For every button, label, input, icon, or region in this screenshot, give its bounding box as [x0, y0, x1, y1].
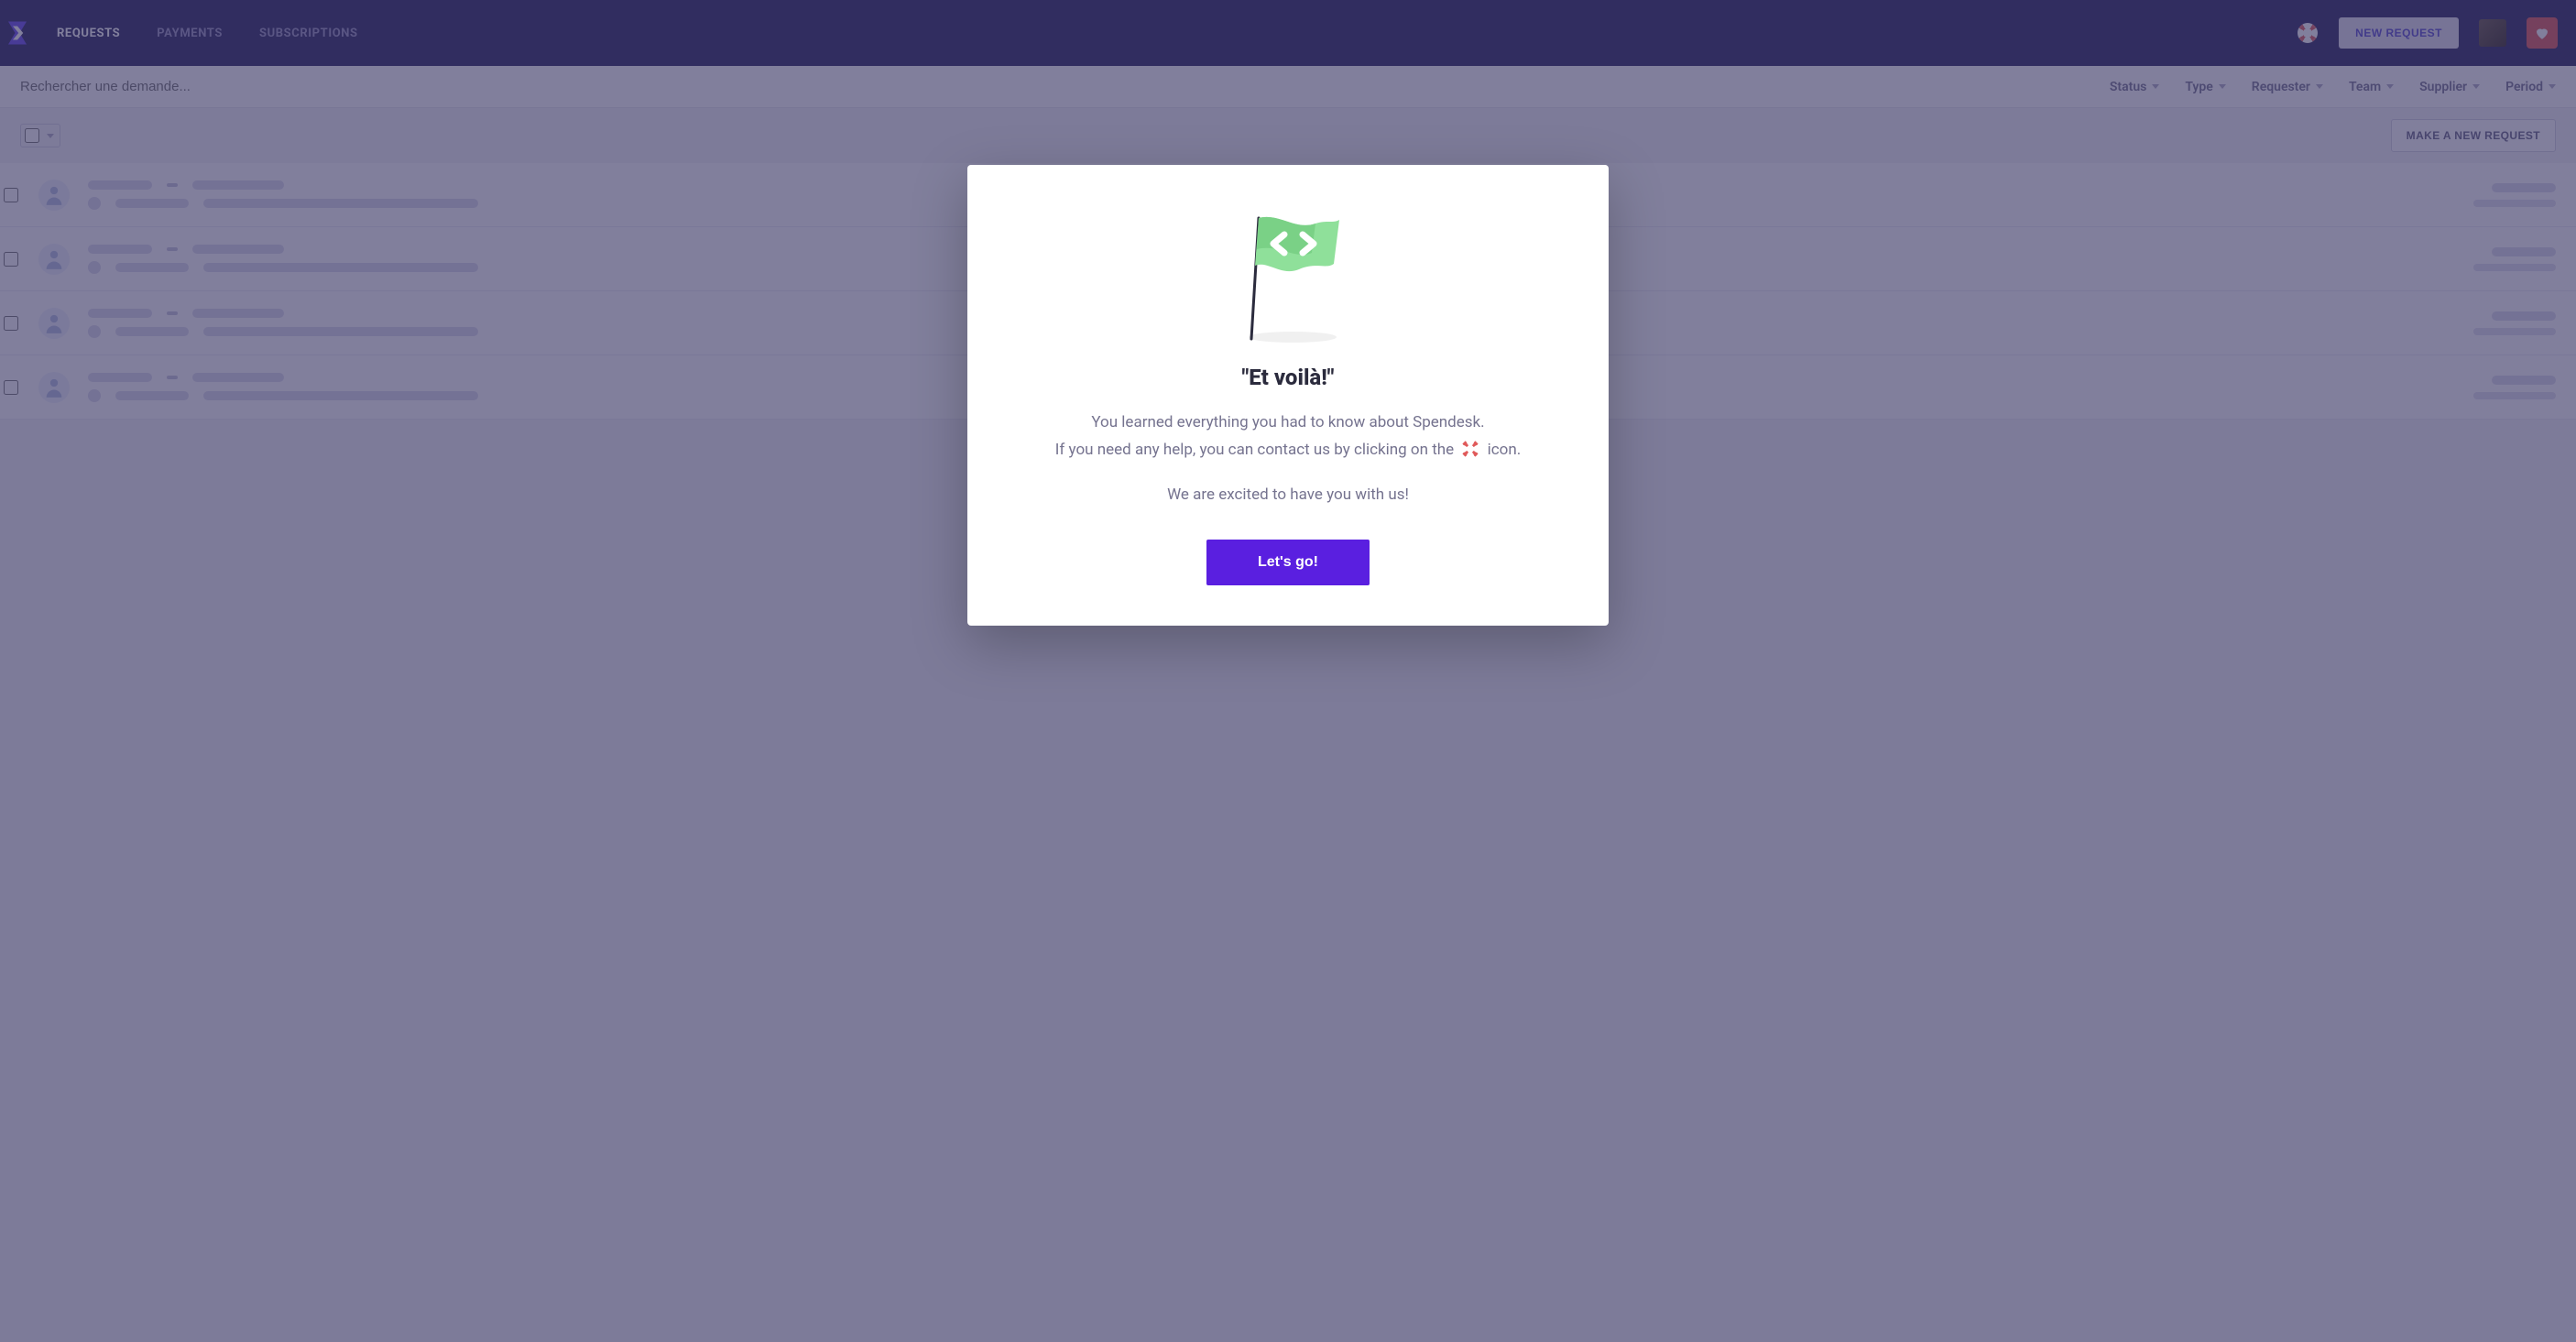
modal-line-2b: icon.: [1488, 441, 1522, 459]
modal-line-3: We are excited to have you with us!: [1019, 483, 1557, 507]
lets-go-button[interactable]: Let's go!: [1206, 540, 1370, 585]
modal-overlay[interactable]: "Et voilà!" You learned everything you h…: [0, 0, 2576, 1342]
flag-illustration: [1224, 205, 1352, 343]
modal-line-2a: If you need any help, you can contact us…: [1055, 441, 1458, 459]
modal-line-2: If you need any help, you can contact us…: [1019, 438, 1557, 462]
life-ring-icon: [1461, 440, 1479, 458]
modal-title: "Et voilà!": [1019, 365, 1557, 390]
modal-line-1: You learned everything you had to know a…: [1019, 410, 1557, 434]
onboarding-complete-modal: "Et voilà!" You learned everything you h…: [967, 165, 1609, 626]
